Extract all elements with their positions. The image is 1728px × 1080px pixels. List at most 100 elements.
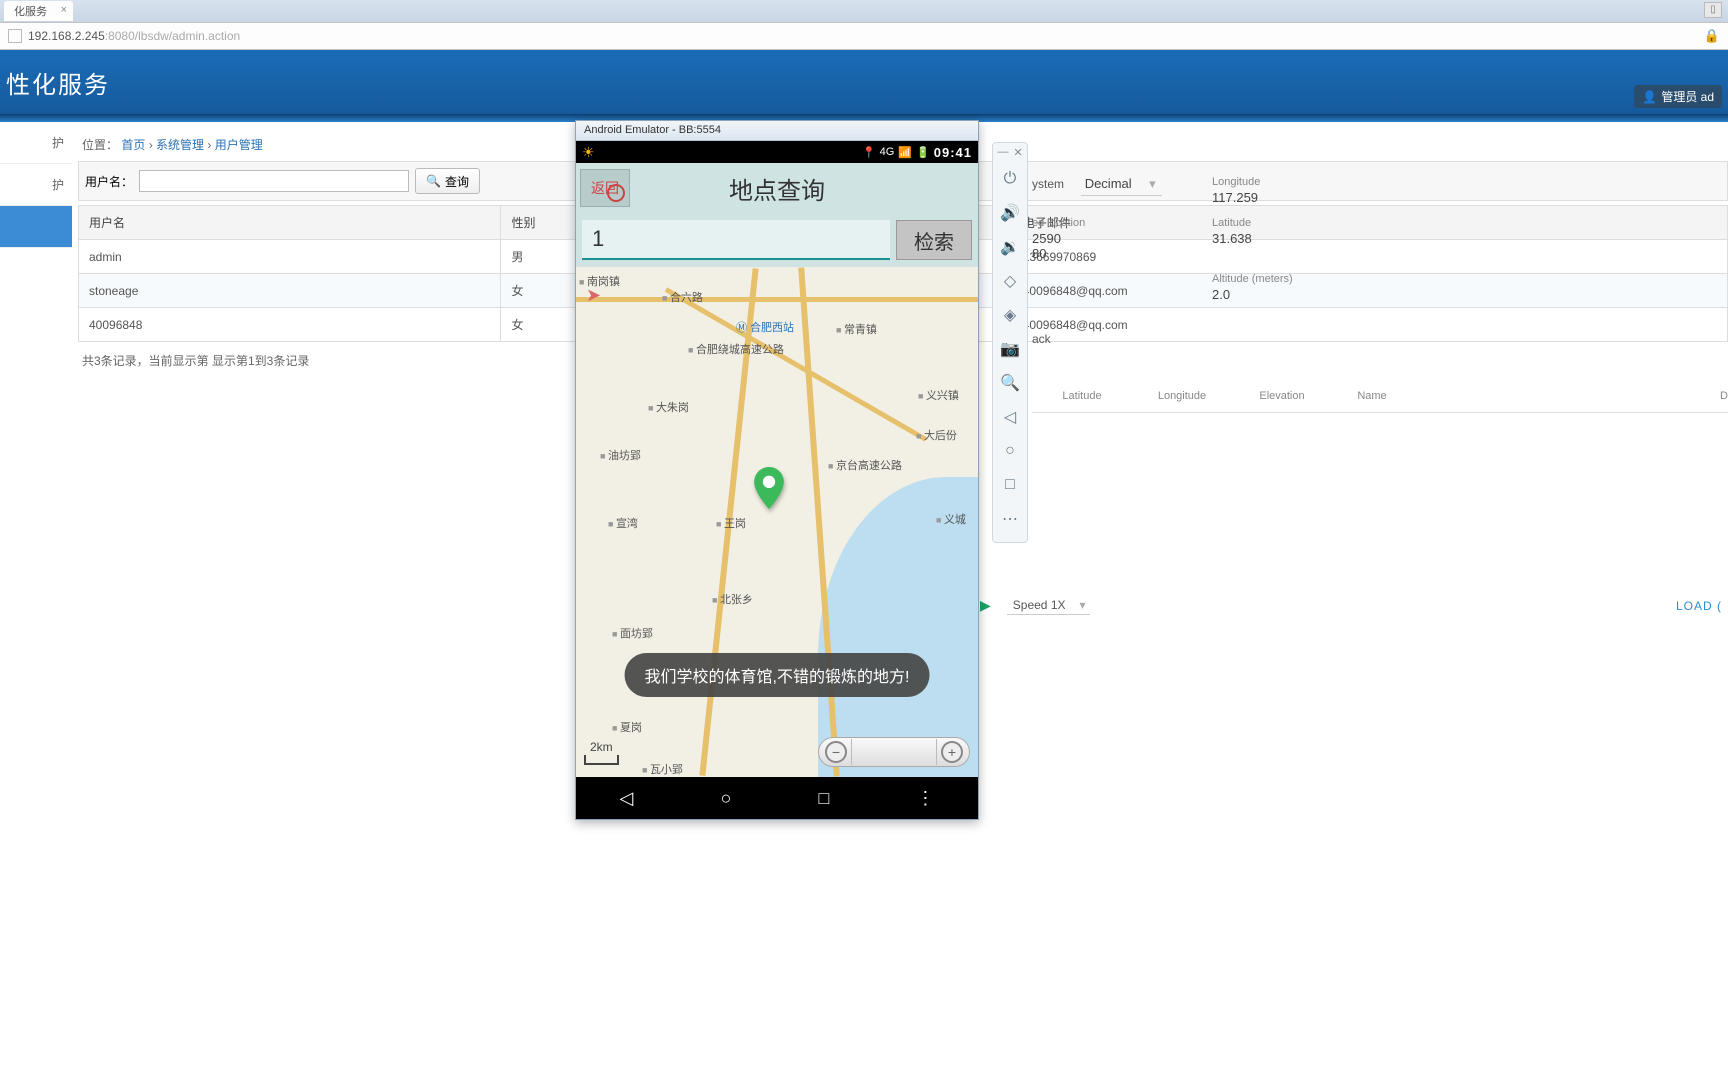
admin-badge[interactable]: 👤 管理员 ad	[1634, 85, 1722, 108]
longitude-value[interactable]: 117.259	[1212, 190, 1260, 205]
query-label: 查询	[445, 173, 469, 190]
map-label: 北张乡	[712, 591, 753, 607]
admin-label: 管理员 ad	[1661, 88, 1714, 105]
map-pin-icon[interactable]	[754, 467, 784, 509]
query-button[interactable]: 🔍 查询	[415, 168, 480, 194]
map-label: 夏岗	[612, 719, 642, 735]
home-icon[interactable]: ○	[993, 434, 1027, 468]
longitude-label: Longitude	[1212, 176, 1260, 188]
zoom-bar: − +	[818, 737, 970, 767]
col-latitude: Latitude	[1032, 390, 1132, 402]
search-input[interactable]	[582, 220, 890, 260]
user-icon: 👤	[1642, 90, 1657, 104]
app-banner: 性化服务 👤 管理员 ad	[0, 50, 1728, 114]
user-icon[interactable]: ▯	[1704, 2, 1722, 18]
search-row: 检索	[576, 213, 978, 267]
speed-select[interactable]: Speed 1X	[1007, 596, 1090, 615]
load-gpx-button[interactable]: LOAD (	[1676, 599, 1722, 613]
username-label: 用户名：	[85, 173, 133, 190]
nav-menu-icon[interactable]: ⋮	[916, 788, 934, 809]
map-label: 义城	[936, 511, 966, 527]
more-icon[interactable]: ⋯	[993, 502, 1027, 536]
tab-close-icon[interactable]: ×	[61, 4, 67, 16]
breadcrumb-sys[interactable]: 系统管理	[156, 138, 204, 152]
cursor-ring-icon	[607, 184, 625, 202]
map-scale: 2km	[584, 755, 619, 765]
camera-icon[interactable]: 📷	[993, 332, 1027, 366]
emulator-screen: ☀ 📍 4G 📶 🔋 09:41 返回 地点查询 检索	[576, 141, 978, 819]
emulator-toolbar: — ✕ ⏻ 🔊 🔉 ◇ ◈ 📷 🔍 ◁ ○ □ ⋯	[992, 142, 1028, 543]
location-icon: 📍	[862, 146, 876, 159]
col-d: D	[1720, 390, 1728, 402]
zoom-in-button[interactable]: +	[941, 741, 963, 763]
back-icon[interactable]: ◁	[993, 400, 1027, 434]
nav-item-1[interactable]: 护	[0, 164, 72, 206]
nav-back-icon[interactable]: ◁	[620, 788, 634, 809]
table-cell: admin	[79, 240, 501, 274]
browser-tab-strip: 化服务 × ▯	[0, 0, 1728, 22]
map-label: 大后份	[916, 427, 957, 443]
map-view[interactable]: ➤ Ⓜ 合肥西站 南岗镇合六路常青镇大朱岗油坊郢大后份义兴镇宣湾王岗义城北张乡面…	[576, 267, 978, 777]
latitude-value[interactable]: 31.638	[1212, 231, 1252, 246]
network-label: 4G	[880, 146, 895, 158]
signal-icon: 📶	[898, 146, 912, 159]
back-button[interactable]: 返回	[580, 169, 630, 207]
address-bar[interactable]: 192.168.2.245:8080/lbsdw/admin.action 🔒	[0, 22, 1728, 50]
browser-tab[interactable]: 化服务 ×	[4, 1, 73, 21]
coord-system-select[interactable]: Decimal	[1081, 174, 1162, 196]
search-icon: 🔍	[426, 174, 441, 188]
map-label: 瓦小郢	[642, 761, 683, 777]
page-icon	[8, 29, 22, 43]
url-text: 192.168.2.245:8080/lbsdw/admin.action	[28, 29, 240, 43]
map-label: 义兴镇	[918, 387, 959, 403]
map-label: 宣湾	[608, 515, 638, 531]
breadcrumb-label: 位置：	[82, 138, 118, 152]
nav-item-active[interactable]	[0, 206, 72, 248]
frag-lon: 2590	[1032, 231, 1212, 246]
tracks-label: ack	[1032, 332, 1728, 346]
nav-recent-icon[interactable]: □	[818, 788, 829, 809]
breadcrumb-home[interactable]: 首页	[121, 138, 145, 152]
play-icon[interactable]: ▶	[980, 597, 991, 614]
playback-bar: ▶ Speed 1X LOAD (	[980, 596, 1728, 615]
app-header: 返回 地点查询	[576, 163, 978, 213]
nav-home-icon[interactable]: ○	[720, 788, 731, 809]
col-name: Name	[1332, 390, 1412, 402]
close-button[interactable]: ✕	[1013, 146, 1022, 159]
table-cell: 40096848	[79, 308, 501, 342]
clock: 09:41	[934, 145, 972, 160]
map-label: 王岗	[716, 515, 746, 531]
map-label: 南岗镇	[579, 273, 620, 289]
fixed-location-label: ed location	[1032, 217, 1212, 229]
emulator-title: Android Emulator - BB:5554	[576, 121, 978, 141]
overview-icon[interactable]: □	[993, 468, 1027, 502]
latitude-label: Latitude	[1212, 217, 1252, 229]
map-label: 常青镇	[836, 321, 877, 337]
rotate-right-icon[interactable]: ◈	[993, 298, 1027, 332]
zoom-track[interactable]	[851, 739, 937, 765]
android-status-bar: ☀ 📍 4G 📶 🔋 09:41	[576, 141, 978, 163]
rotate-left-icon[interactable]: ◇	[993, 264, 1027, 298]
app-title: 性化服务	[6, 65, 110, 100]
volume-down-icon[interactable]: 🔉	[993, 230, 1027, 264]
map-label: 油坊郢	[600, 447, 641, 463]
emulator-window: Android Emulator - BB:5554 ☀ 📍 4G 📶 🔋 09…	[575, 120, 979, 820]
map-road	[665, 287, 927, 441]
android-nav-bar: ◁ ○ □ ⋮	[576, 777, 978, 819]
search-button[interactable]: 检索	[896, 220, 972, 260]
altitude-value[interactable]: 2.0	[1212, 287, 1293, 302]
frag-lat: 80	[1032, 246, 1212, 261]
altitude-label: Altitude (meters)	[1212, 273, 1293, 285]
location-panel: ystem Decimal Longitude 117.259 ed locat…	[1032, 176, 1728, 413]
lock-icon: 🔒	[1704, 28, 1720, 44]
breadcrumb-page[interactable]: 用户管理	[215, 138, 263, 152]
tab-title: 化服务	[14, 6, 47, 18]
nav-item-0[interactable]: 护	[0, 122, 72, 164]
username-input[interactable]	[139, 170, 409, 192]
zoom-icon[interactable]: 🔍	[993, 366, 1027, 400]
volume-up-icon[interactable]: 🔊	[993, 196, 1027, 230]
zoom-out-button[interactable]: −	[825, 741, 847, 763]
minimize-button[interactable]: —	[997, 146, 1008, 159]
power-icon[interactable]: ⏻	[993, 162, 1027, 196]
map-label: 京台高速公路	[828, 457, 902, 473]
